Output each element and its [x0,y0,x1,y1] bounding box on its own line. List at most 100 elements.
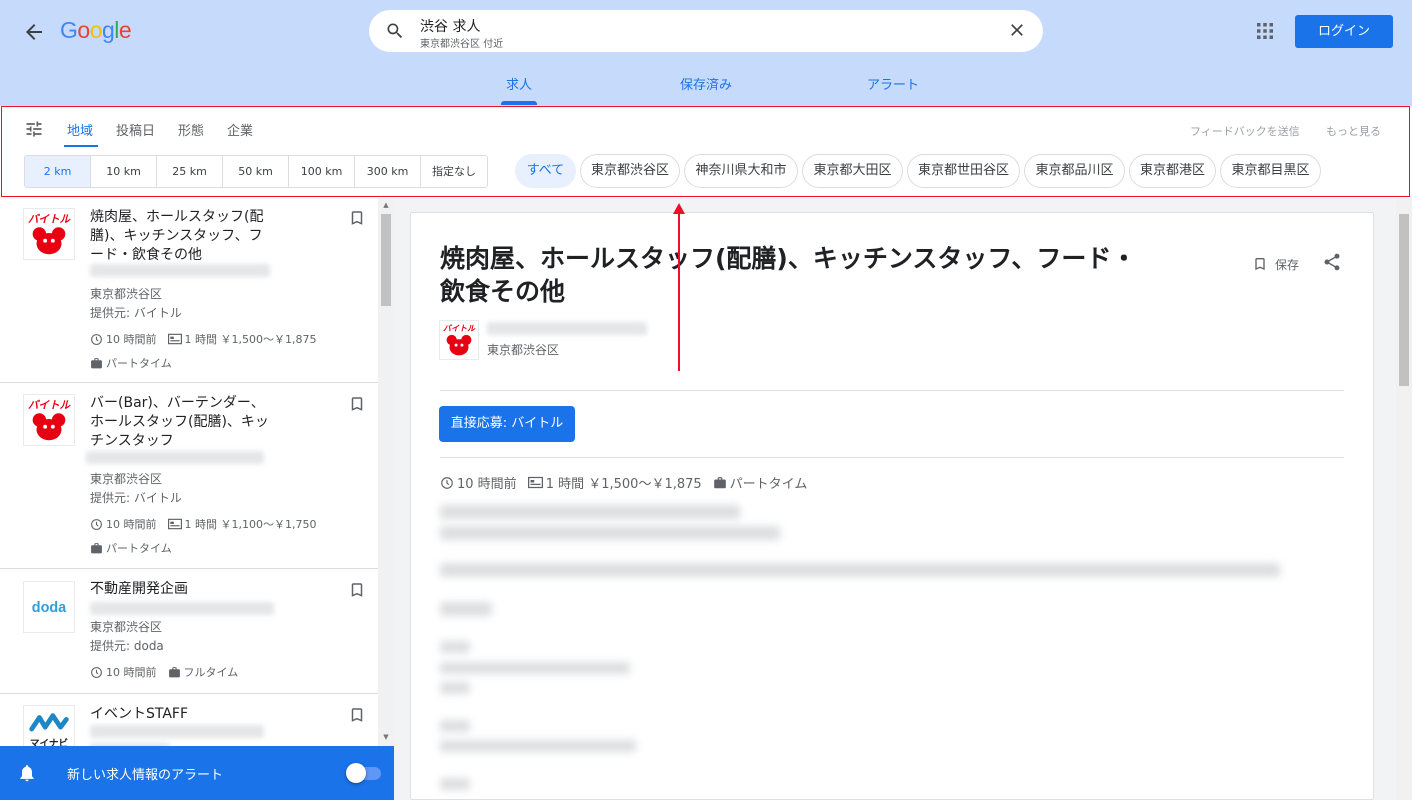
posted-time: 10 時間前 [106,666,157,679]
bookmark-icon[interactable] [348,208,366,228]
company-logo: doda [23,581,75,633]
distance-option[interactable]: 10 km [91,156,157,187]
alert-label: 新しい求人情報のアラート [67,768,224,783]
distance-option[interactable]: 指定なし [421,156,487,187]
job-type-row: パートタイム [90,540,172,556]
job-card[interactable]: バイトル 焼肉屋、ホールスタッフ(配膳)、キッチンスタッフ、フード・飲食その他 … [0,198,378,383]
filter-tab-date[interactable]: 投稿日 [116,120,155,139]
job-type: パートタイム [106,542,172,555]
location-chip[interactable]: 東京都大田区 [802,154,903,188]
job-location: 東京都渋谷区 [90,620,163,634]
detail-scrollbar-thumb[interactable] [1399,214,1409,386]
tab-jobs[interactable]: 求人 [506,74,532,93]
search-location: 東京都渋谷区 付近 [420,39,504,50]
feedback-link[interactable]: フィードバックを送信 [1190,123,1300,139]
divider [440,457,1344,458]
detail-meta: 10 時間前 1 時間 ￥1,500～￥1,875 パートタイム [440,473,807,492]
salary-icon [527,476,543,489]
bookmark-icon[interactable] [348,394,366,414]
svg-text:バイトル: バイトル [28,399,72,411]
clear-icon[interactable] [1007,20,1027,40]
job-card[interactable]: バイトル バー(Bar)、バーテンダー、ホールスタッフ(配膳)、キッチンスタッフ… [0,384,378,569]
job-card[interactable]: doda 不動産開発企画 東京都渋谷区 提供元: doda 10 時間前 フルタ… [0,570,378,694]
detail-job-type: パートタイム [729,477,808,492]
posted-time: 10 時間前 [106,333,157,346]
bookmark-icon[interactable] [348,580,366,600]
salary-icon [167,518,182,530]
location-chip[interactable]: 東京都港区 [1129,154,1216,188]
location-chip[interactable]: 東京都目黒区 [1220,154,1321,188]
bookmark-icon[interactable] [348,705,366,725]
blurred-description [440,505,740,519]
tab-saved[interactable]: 保存済み [680,74,732,93]
google-logo[interactable]: Google [60,17,132,44]
company-name-blurred [86,451,264,464]
login-button[interactable]: ログイン [1295,15,1393,48]
briefcase-icon [91,357,102,368]
back-arrow-icon[interactable] [22,20,46,44]
location-chip[interactable]: 神奈川県大和市 [684,154,798,188]
distance-selector: 2 km 10 km 25 km 50 km 100 km 300 km 指定な… [24,155,488,188]
job-title[interactable]: 不動産開発企画 [90,580,270,599]
job-type: フルタイム [183,666,239,679]
company-name-blurred [487,322,647,335]
location-chip[interactable]: すべて [515,154,576,188]
job-title[interactable]: 焼肉屋、ホールスタッフ(配膳)、キッチンスタッフ、フード・飲食その他 [90,208,270,265]
filter-settings-icon[interactable] [24,119,44,139]
briefcase-icon [713,476,726,488]
job-title[interactable]: バー(Bar)、バーテンダー、ホールスタッフ(配膳)、キッチンスタッフ [90,394,270,451]
location-chip[interactable]: 東京都世田谷区 [907,154,1020,188]
distance-option[interactable]: 100 km [289,156,355,187]
blurred-description [440,720,470,732]
scroll-up-arrow-icon[interactable]: ▲ [382,201,390,209]
job-type-row: パートタイム [90,355,172,371]
job-type: パートタイム [106,357,172,370]
filter-tab-indicator [64,145,98,147]
annotation-arrow-head [673,203,685,214]
job-source: 提供元: doda [90,639,164,653]
search-query[interactable]: 渋谷 求人 [420,16,480,36]
distance-option[interactable]: 25 km [157,156,223,187]
svg-text:doda: doda [32,600,67,616]
distance-option[interactable]: 50 km [223,156,289,187]
blurred-description [440,682,470,694]
briefcase-icon [168,666,180,677]
detail-posted: 10 時間前 [457,477,517,492]
divider [440,390,1344,391]
company-name-blurred [90,602,274,615]
location-chip[interactable]: 東京都渋谷区 [580,154,680,188]
job-title[interactable]: イベントSTAFF [90,705,270,724]
scroll-down-arrow-icon[interactable]: ▼ [382,733,390,741]
bookmark-icon[interactable] [1252,254,1268,274]
filter-tab-type[interactable]: 形態 [178,120,204,139]
salary-icon [167,333,182,345]
distance-option[interactable]: 300 km [355,156,421,187]
salary: 1 時間 ￥1,100～￥1,750 [184,518,317,531]
clock-icon [91,333,102,345]
apps-grid-icon[interactable] [1256,22,1274,40]
clock-icon [91,666,102,678]
company-name-blurred [90,725,264,738]
tab-alerts[interactable]: アラート [867,74,919,93]
clock-icon [441,476,453,489]
more-link[interactable]: もっと見る [1326,123,1381,139]
apply-button[interactable]: 直接応募: バイトル [439,406,575,442]
clock-icon [91,518,102,530]
distance-option[interactable]: 2 km [25,156,91,187]
filter-tab-area[interactable]: 地域 [67,120,93,139]
job-meta: 10 時間前 フルタイム [90,664,238,680]
share-icon[interactable] [1322,252,1342,272]
blurred-description [440,563,1280,577]
alert-toggle[interactable] [346,763,366,783]
search-box[interactable]: 渋谷 求人 東京都渋谷区 付近 [369,10,1043,52]
search-icon[interactable] [385,21,405,41]
location-chip[interactable]: 東京都品川区 [1024,154,1125,188]
list-scrollbar-thumb[interactable] [381,214,391,306]
svg-text:バイトル: バイトル [28,213,72,225]
blurred-description [440,740,636,752]
detail-location: 東京都渋谷区 [487,343,560,357]
filter-tab-company[interactable]: 企業 [227,120,253,139]
blurred-description [440,526,780,540]
bell-icon [17,763,37,783]
save-button[interactable]: 保存 [1275,256,1299,273]
